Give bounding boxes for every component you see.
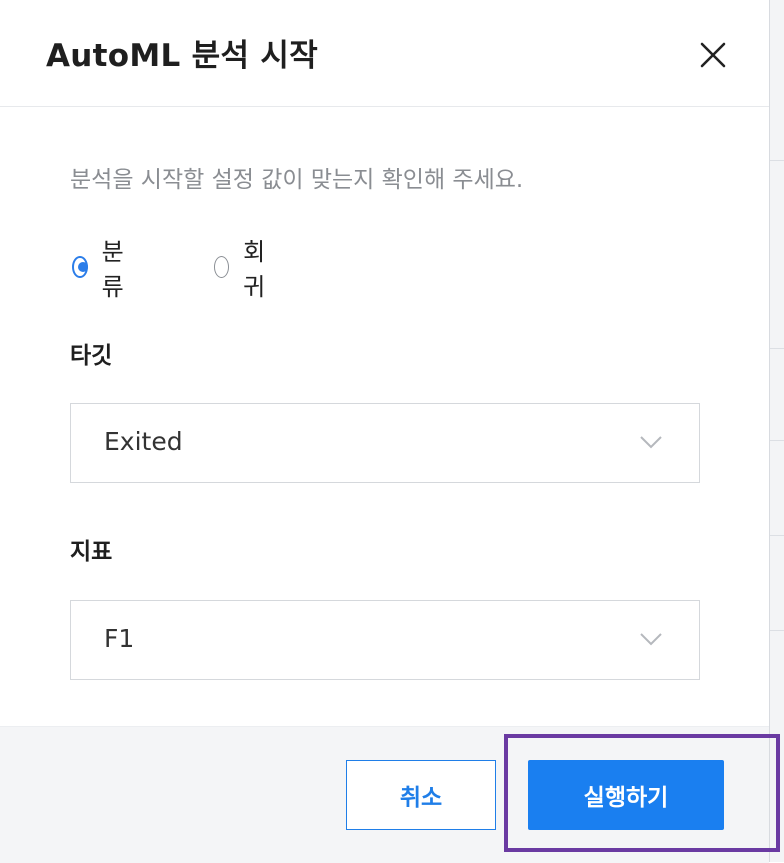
- chevron-down-icon: [640, 633, 662, 646]
- cancel-button[interactable]: 취소: [346, 760, 496, 830]
- chevron-down-icon: [640, 436, 662, 449]
- dialog-title: AutoML 분석 시작: [46, 38, 319, 74]
- background-divider: [770, 630, 784, 631]
- target-select-value: Exited: [104, 427, 183, 456]
- target-select[interactable]: Exited: [70, 403, 700, 483]
- radio-label-classification: 분류: [101, 238, 124, 301]
- radio-regression[interactable]: 회귀: [214, 238, 272, 301]
- metric-select-value: F1: [104, 624, 135, 653]
- run-button-highlight-box: [504, 734, 780, 852]
- background-divider: [770, 348, 784, 349]
- background-divider: [770, 535, 784, 536]
- automl-start-dialog: AutoML 분석 시작 분석을 시작할 설정 값이 맞는지 확인해 주세요. …: [0, 0, 770, 863]
- background-divider: [770, 440, 784, 441]
- radio-classification[interactable]: 분류: [72, 238, 130, 301]
- dialog-description: 분석을 시작할 설정 값이 맞는지 확인해 주세요.: [70, 167, 524, 193]
- background-page-edge: [770, 0, 784, 862]
- metric-select[interactable]: F1: [70, 600, 700, 680]
- radio-unchecked-icon: [214, 256, 230, 278]
- radio-label-regression: 회귀: [243, 238, 266, 301]
- dialog-header: AutoML 분석 시작: [0, 0, 769, 107]
- target-label: 타깃: [70, 343, 113, 369]
- radio-checked-icon: [72, 256, 88, 278]
- close-icon: [700, 42, 726, 68]
- close-button[interactable]: [696, 38, 730, 72]
- metric-label: 지표: [70, 539, 113, 565]
- background-divider: [770, 160, 784, 161]
